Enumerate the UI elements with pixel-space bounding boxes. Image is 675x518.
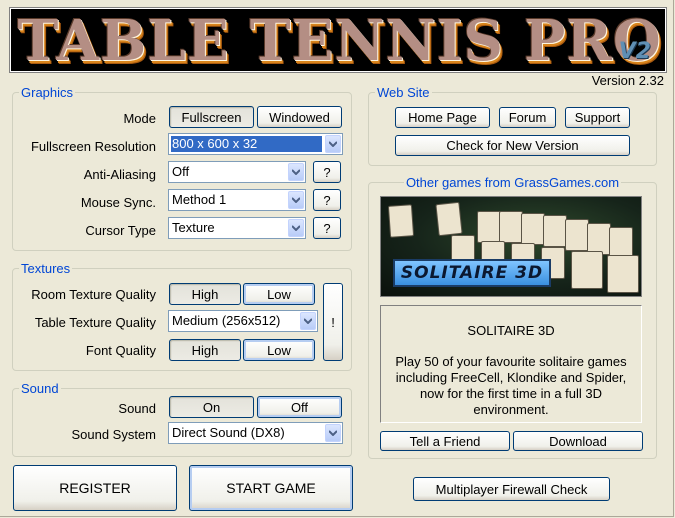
chevron-down-icon[interactable] <box>288 219 304 237</box>
card-shape <box>607 255 639 293</box>
chevron-down-icon[interactable] <box>325 424 341 442</box>
sound-on-button[interactable]: On <box>169 396 254 418</box>
font-quality-label: Font Quality <box>85 343 156 358</box>
promo-image[interactable]: SOLITAIRE 3D <box>380 196 642 297</box>
table-texture-select[interactable]: Medium (256x512) <box>168 310 318 332</box>
cursor-type-value: Texture <box>172 220 215 235</box>
table-texture-label: Table Texture Quality <box>34 315 156 330</box>
room-texture-low-button[interactable]: Low <box>243 283 315 305</box>
graphics-legend: Graphics <box>21 85 74 100</box>
cursor-type-label: Cursor Type <box>85 223 156 238</box>
title-banner: TABLE TENNIS PRO V2 <box>10 8 666 72</box>
sound-legend: Sound <box>21 381 59 396</box>
mouse-sync-value: Method 1 <box>172 192 227 207</box>
anti-aliasing-select[interactable]: Off <box>168 161 306 183</box>
chevron-down-icon[interactable] <box>288 191 304 209</box>
banner-version-badge: V2 <box>618 39 651 64</box>
mode-fullscreen-button[interactable]: Fullscreen <box>169 106 254 128</box>
card-shape <box>565 219 589 251</box>
promo-legend: Other games from GrassGames.com <box>405 175 620 190</box>
sound-group: Sound <box>12 381 352 457</box>
promo-logo: SOLITAIRE 3D <box>393 259 551 287</box>
mouse-sync-help-button[interactable]: ? <box>313 189 341 211</box>
tell-a-friend-button[interactable]: Tell a Friend <box>380 431 510 451</box>
resolution-label: Fullscreen Resolution <box>30 139 156 154</box>
font-quality-high-button[interactable]: High <box>169 339 241 361</box>
cursor-type-select[interactable]: Texture <box>168 217 306 239</box>
texture-warning-button[interactable]: ! <box>323 283 343 361</box>
website-legend: Web Site <box>377 85 430 100</box>
mode-label: Mode <box>123 111 156 126</box>
sound-system-select[interactable]: Direct Sound (DX8) <box>168 422 343 444</box>
card-shape <box>571 251 603 289</box>
resolution-select[interactable]: 800 x 600 x 32 <box>168 133 343 155</box>
card-shape <box>387 204 415 238</box>
card-shape <box>499 211 523 243</box>
mode-windowed-button[interactable]: Windowed <box>257 106 342 128</box>
anti-aliasing-help-button[interactable]: ? <box>313 161 341 183</box>
chevron-down-icon[interactable] <box>288 163 304 181</box>
card-shape <box>477 211 501 243</box>
textures-legend: Textures <box>21 261 71 276</box>
start-game-button[interactable]: START GAME <box>189 465 353 511</box>
resolution-value: 800 x 600 x 32 <box>171 136 322 152</box>
font-quality-low-button[interactable]: Low <box>243 339 315 361</box>
mouse-sync-select[interactable]: Method 1 <box>168 189 306 211</box>
chevron-down-icon[interactable] <box>325 135 341 153</box>
sound-off-button[interactable]: Off <box>257 396 342 418</box>
promo-title: SOLITAIRE 3D <box>467 323 555 338</box>
mouse-sync-label: Mouse Sync. <box>80 195 156 210</box>
support-button[interactable]: Support <box>565 107 630 128</box>
chevron-down-icon[interactable] <box>300 312 316 330</box>
sound-label: Sound <box>118 401 156 416</box>
sound-system-label: Sound System <box>71 427 156 442</box>
forum-button[interactable]: Forum <box>499 107 556 128</box>
check-new-version-button[interactable]: Check for New Version <box>395 135 630 156</box>
register-button[interactable]: REGISTER <box>13 465 177 511</box>
card-shape <box>521 213 545 245</box>
firewall-check-button[interactable]: Multiplayer Firewall Check <box>413 477 610 501</box>
anti-aliasing-label: Anti-Aliasing <box>83 167 156 182</box>
room-texture-high-button[interactable]: High <box>169 283 241 305</box>
card-shape <box>435 201 463 237</box>
promo-description-panel: SOLITAIRE 3D Play 50 of your favourite s… <box>380 305 642 423</box>
sound-system-value: Direct Sound (DX8) <box>172 425 285 440</box>
banner-title: TABLE TENNIS PRO <box>17 8 662 72</box>
home-page-button[interactable]: Home Page <box>395 107 490 128</box>
anti-aliasing-value: Off <box>172 164 190 179</box>
cursor-type-help-button[interactable]: ? <box>313 217 341 239</box>
room-texture-label: Room Texture Quality <box>31 287 156 302</box>
promo-description: Play 50 of your favourite solitaire game… <box>395 354 627 417</box>
card-shape <box>543 215 567 247</box>
table-texture-value: Medium (256x512) <box>172 313 281 328</box>
download-button[interactable]: Download <box>513 431 643 451</box>
